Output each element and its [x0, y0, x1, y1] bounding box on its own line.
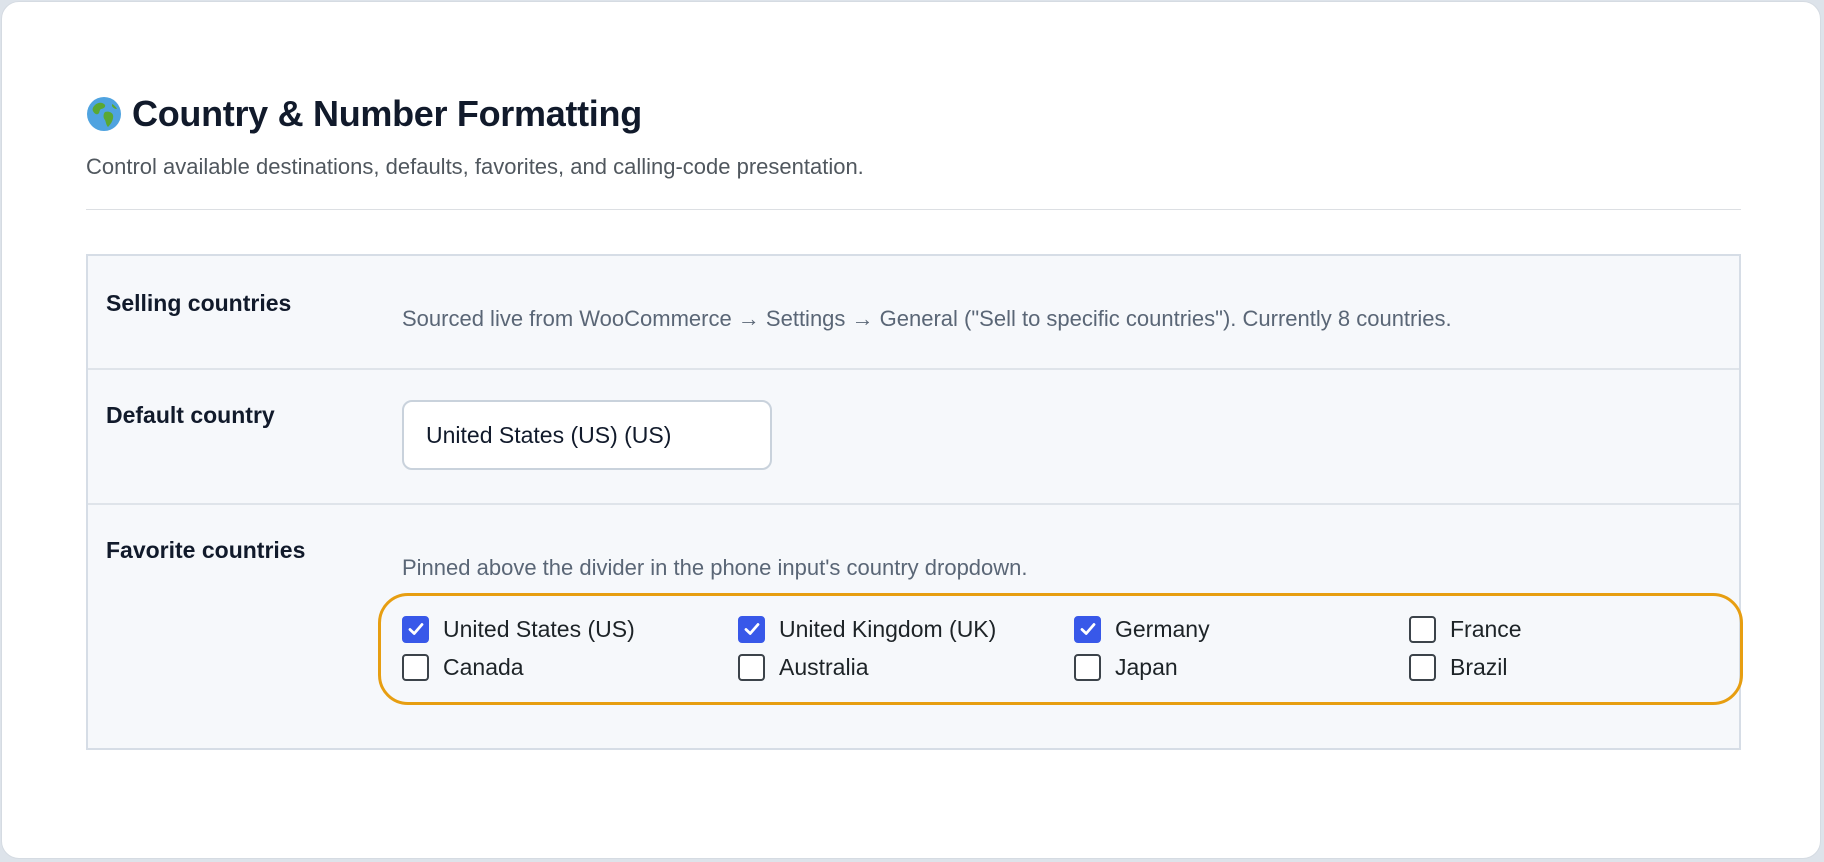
header-divider — [86, 209, 1741, 210]
checkbox[interactable] — [738, 615, 765, 643]
checkbox-label: Australia — [779, 653, 869, 680]
check-icon — [1080, 623, 1095, 635]
checkbox[interactable] — [1074, 615, 1101, 643]
favorite-option-united-states[interactable]: United States (US) — [402, 613, 635, 645]
checkbox-label: Brazil — [1450, 653, 1508, 680]
checkbox[interactable] — [402, 653, 429, 681]
favorite-option-brazil[interactable]: Brazil — [1409, 651, 1508, 683]
checkbox[interactable] — [1409, 653, 1436, 681]
settings-table: Selling countries Sourced live from WooC… — [86, 254, 1743, 750]
check-icon — [744, 623, 759, 635]
page-title: Country & Number Formatting — [132, 93, 642, 134]
checkbox[interactable] — [1409, 615, 1436, 643]
checkbox[interactable] — [402, 615, 429, 643]
page-subtitle: Control available destinations, defaults… — [86, 154, 864, 179]
checkbox-label: United States (US) — [443, 615, 635, 642]
check-icon — [408, 623, 423, 635]
favorites-highlight — [378, 593, 1743, 705]
favorite-countries-description: Pinned above the divider in the phone in… — [402, 555, 1028, 580]
favorite-option-germany[interactable]: Germany — [1074, 613, 1210, 645]
row-default-country: Default country United States (US) (US) — [88, 370, 1739, 505]
favorite-option-france[interactable]: France — [1409, 613, 1522, 645]
selling-countries-label: Selling countries — [106, 290, 292, 316]
checkbox-label: Japan — [1115, 653, 1178, 680]
default-country-select[interactable]: United States (US) (US) — [402, 400, 772, 470]
default-country-label: Default country — [106, 402, 275, 428]
default-country-value: United States (US) (US) — [426, 421, 672, 448]
checkbox[interactable] — [1074, 653, 1101, 681]
row-selling-countries: Selling countries Sourced live from WooC… — [88, 256, 1739, 370]
selling-countries-description: Sourced live from WooCommerce → Settings… — [402, 306, 1452, 331]
favorite-option-australia[interactable]: Australia — [738, 651, 868, 683]
favorite-option-japan[interactable]: Japan — [1074, 651, 1178, 683]
row-favorite-countries: Favorite countries Pinned above the divi… — [88, 505, 1743, 748]
favorite-option-canada[interactable]: Canada — [402, 651, 524, 683]
settings-panel: Country & Number Formatting Control avai… — [1, 1, 1821, 859]
checkbox-label: France — [1450, 615, 1522, 642]
checkbox-label: Canada — [443, 653, 524, 680]
checkbox[interactable] — [738, 653, 765, 681]
title-row: Country & Number Formatting — [86, 88, 1741, 140]
favorite-option-united-kingdom[interactable]: United Kingdom (UK) — [738, 613, 996, 645]
checkbox-label: Germany — [1115, 615, 1210, 642]
section-header: Country & Number Formatting Control avai… — [86, 88, 1741, 180]
checkbox-label: United Kingdom (UK) — [779, 615, 997, 642]
favorite-countries-label: Favorite countries — [106, 537, 306, 563]
globe-icon — [86, 96, 122, 132]
